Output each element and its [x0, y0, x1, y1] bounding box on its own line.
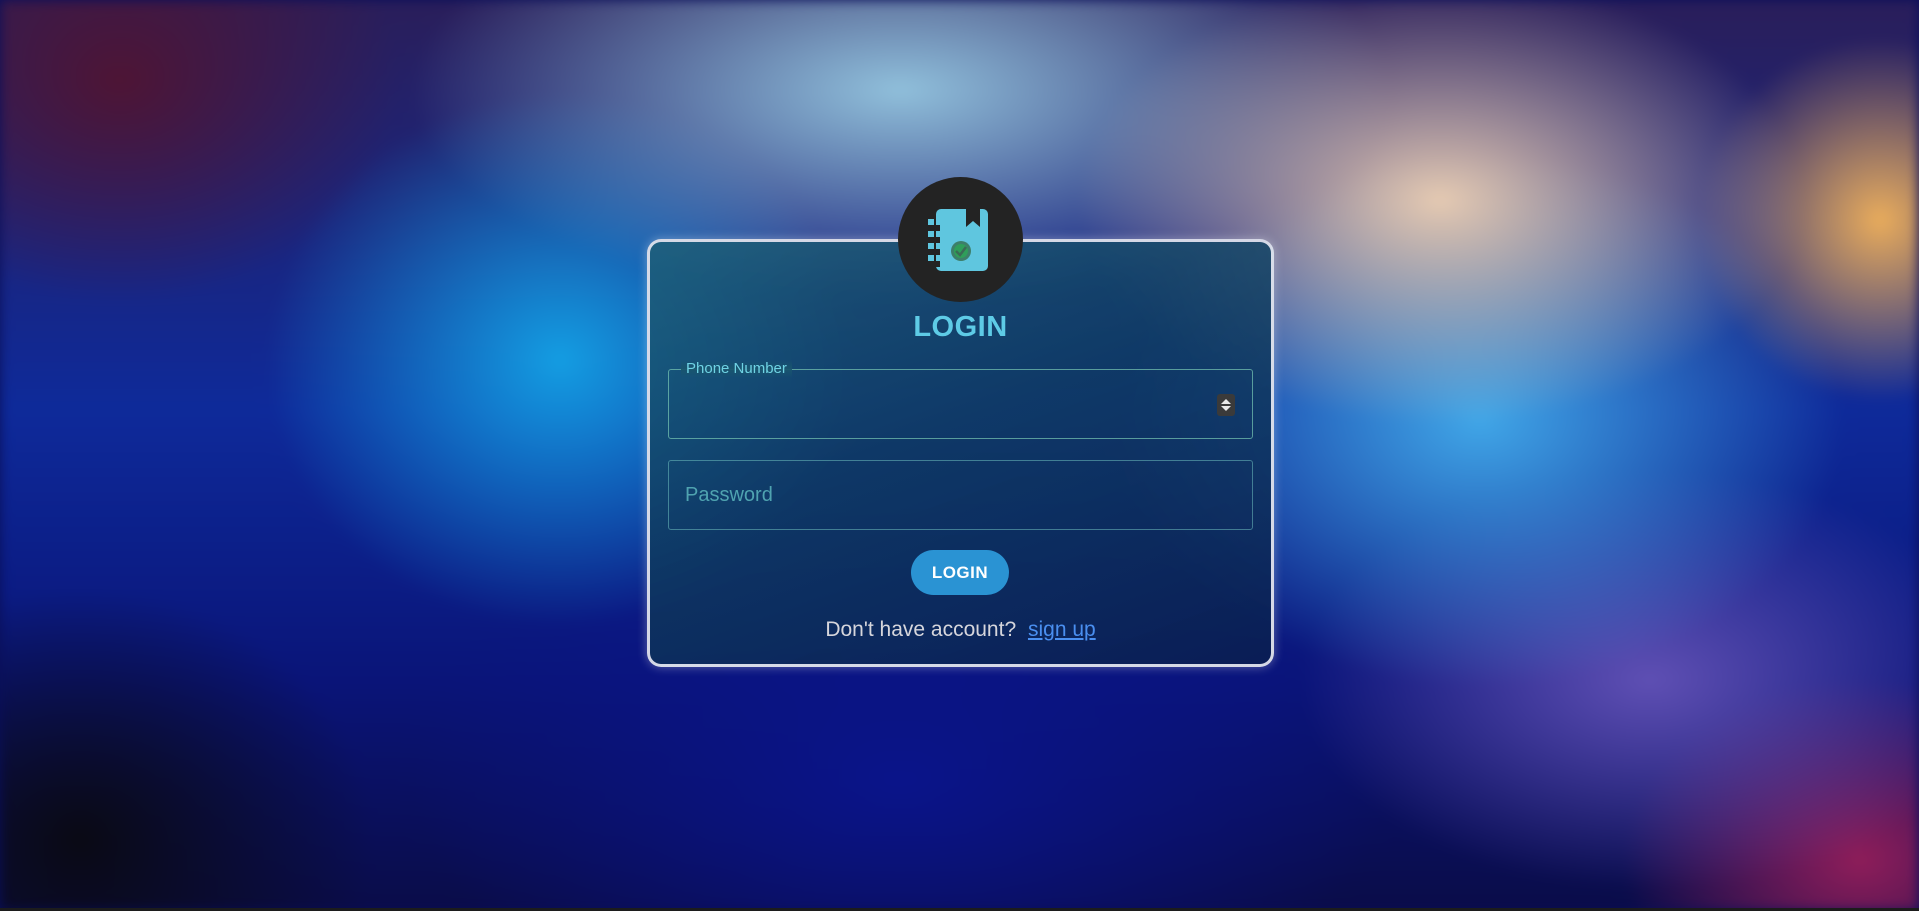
password-field[interactable] [668, 460, 1253, 530]
login-button[interactable]: LOGIN [911, 550, 1009, 595]
signup-prompt-text: Don't have account? [825, 618, 1017, 641]
address-book-icon [927, 208, 988, 271]
phone-number-input[interactable] [669, 370, 1252, 438]
phone-number-field[interactable]: Phone Number [668, 360, 1253, 439]
spinner-down-icon[interactable] [1221, 406, 1231, 411]
password-input[interactable] [669, 461, 1252, 529]
number-spinner[interactable] [1217, 394, 1235, 416]
login-title: LOGIN [913, 311, 1008, 343]
spinner-up-icon[interactable] [1221, 399, 1231, 404]
signup-link[interactable]: sign up [1028, 618, 1096, 641]
login-card [647, 239, 1274, 667]
signup-prompt-row: Don't have account? sign up [647, 618, 1274, 642]
logo [898, 177, 1023, 302]
